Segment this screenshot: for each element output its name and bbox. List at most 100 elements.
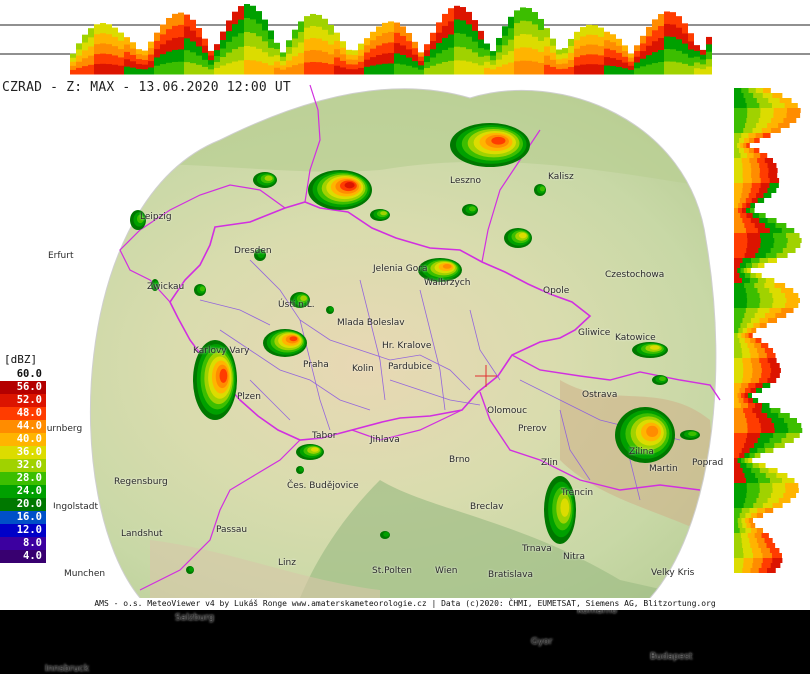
profile-band (757, 508, 766, 513)
profile-band (757, 288, 770, 293)
profile-band (460, 20, 466, 35)
profile-band (334, 65, 340, 75)
profile-band (757, 198, 765, 203)
profile-band (746, 483, 761, 488)
profile-band (232, 36, 238, 50)
profile-band (466, 36, 472, 50)
profile-band (740, 463, 747, 468)
profile-band (734, 453, 740, 458)
profile-band (136, 49, 142, 55)
profile-band (478, 48, 484, 58)
profile-band (220, 40, 226, 50)
profile-band (747, 433, 761, 438)
legend-level: 28.0 (0, 472, 84, 485)
profile-band (742, 328, 748, 333)
profile-band (784, 418, 798, 423)
profile-band (178, 12, 184, 26)
profile-band (760, 233, 774, 238)
profile-band (244, 4, 250, 19)
profile-band (106, 24, 112, 35)
profile-band (544, 55, 550, 66)
profile-band (526, 60, 532, 75)
profile-band (298, 52, 304, 64)
profile-band (190, 19, 196, 32)
profile-band (757, 348, 766, 353)
profile-band (310, 61, 316, 75)
profile-band (734, 188, 743, 193)
profile-band (783, 493, 797, 498)
profile-band (744, 473, 756, 478)
profile-band (746, 203, 751, 208)
profile-band (394, 43, 400, 54)
profile-band (88, 55, 94, 66)
profile-band (760, 548, 771, 553)
profile-band (752, 408, 763, 413)
profile-band (706, 51, 712, 60)
profile-band (400, 35, 406, 46)
profile-band (466, 24, 472, 38)
radar-echo (344, 182, 355, 189)
profile-band (743, 268, 748, 273)
profile-band (202, 59, 208, 68)
profile-band (734, 298, 748, 303)
city-label: Munchen (64, 569, 106, 579)
profile-band (734, 223, 745, 228)
profile-band (734, 368, 744, 373)
profile-band (166, 29, 172, 41)
profile-band (166, 40, 172, 53)
profile-band (124, 44, 130, 53)
profile-band (532, 36, 538, 50)
city-label: Bratislava (488, 570, 533, 580)
city-label: Gyor (531, 637, 553, 647)
radar-echo (310, 447, 319, 452)
profile-band (749, 348, 758, 353)
profile-band (734, 178, 744, 183)
profile-band (562, 58, 568, 65)
profile-band (526, 8, 532, 22)
profile-band (142, 55, 148, 61)
profile-band (376, 36, 382, 47)
legend-title: [dBZ] (0, 352, 50, 368)
profile-band (759, 483, 773, 488)
profile-band (298, 42, 304, 54)
profile-band (760, 108, 775, 113)
profile-band (70, 57, 76, 63)
profile-band (761, 428, 776, 433)
profile-band (364, 52, 370, 61)
profile-band (734, 208, 739, 213)
profile-band (472, 41, 478, 53)
profile-band (769, 228, 783, 233)
profile-band (750, 378, 760, 383)
profile-band (346, 59, 352, 65)
profile-band (466, 11, 472, 25)
profile-band (745, 413, 757, 418)
profile-band (130, 48, 136, 56)
profile-band (734, 418, 748, 423)
profile-band (734, 118, 747, 123)
profile-band (292, 38, 298, 48)
profile-band (640, 66, 646, 75)
profile-band (739, 388, 746, 393)
profile-band (658, 50, 664, 63)
profile-band (472, 30, 478, 43)
profile-band (787, 423, 802, 428)
profile-band (772, 483, 786, 488)
profile-band (178, 61, 184, 75)
city-label: Passau (216, 525, 248, 535)
profile-band (747, 428, 762, 433)
profile-band (436, 53, 442, 65)
profile-band (746, 143, 750, 148)
profile-band (767, 498, 780, 503)
profile-band (752, 553, 763, 558)
profile-band (310, 25, 316, 39)
profile-band (734, 288, 747, 293)
profile-band (508, 62, 514, 75)
profile-band (136, 54, 142, 60)
profile-band (757, 278, 767, 283)
legend-level: 36.0 (0, 446, 84, 459)
profile-band (739, 513, 746, 518)
profile-band (738, 398, 744, 403)
profile-band (755, 383, 764, 388)
profile-band (748, 393, 753, 398)
profile-band (761, 363, 771, 368)
